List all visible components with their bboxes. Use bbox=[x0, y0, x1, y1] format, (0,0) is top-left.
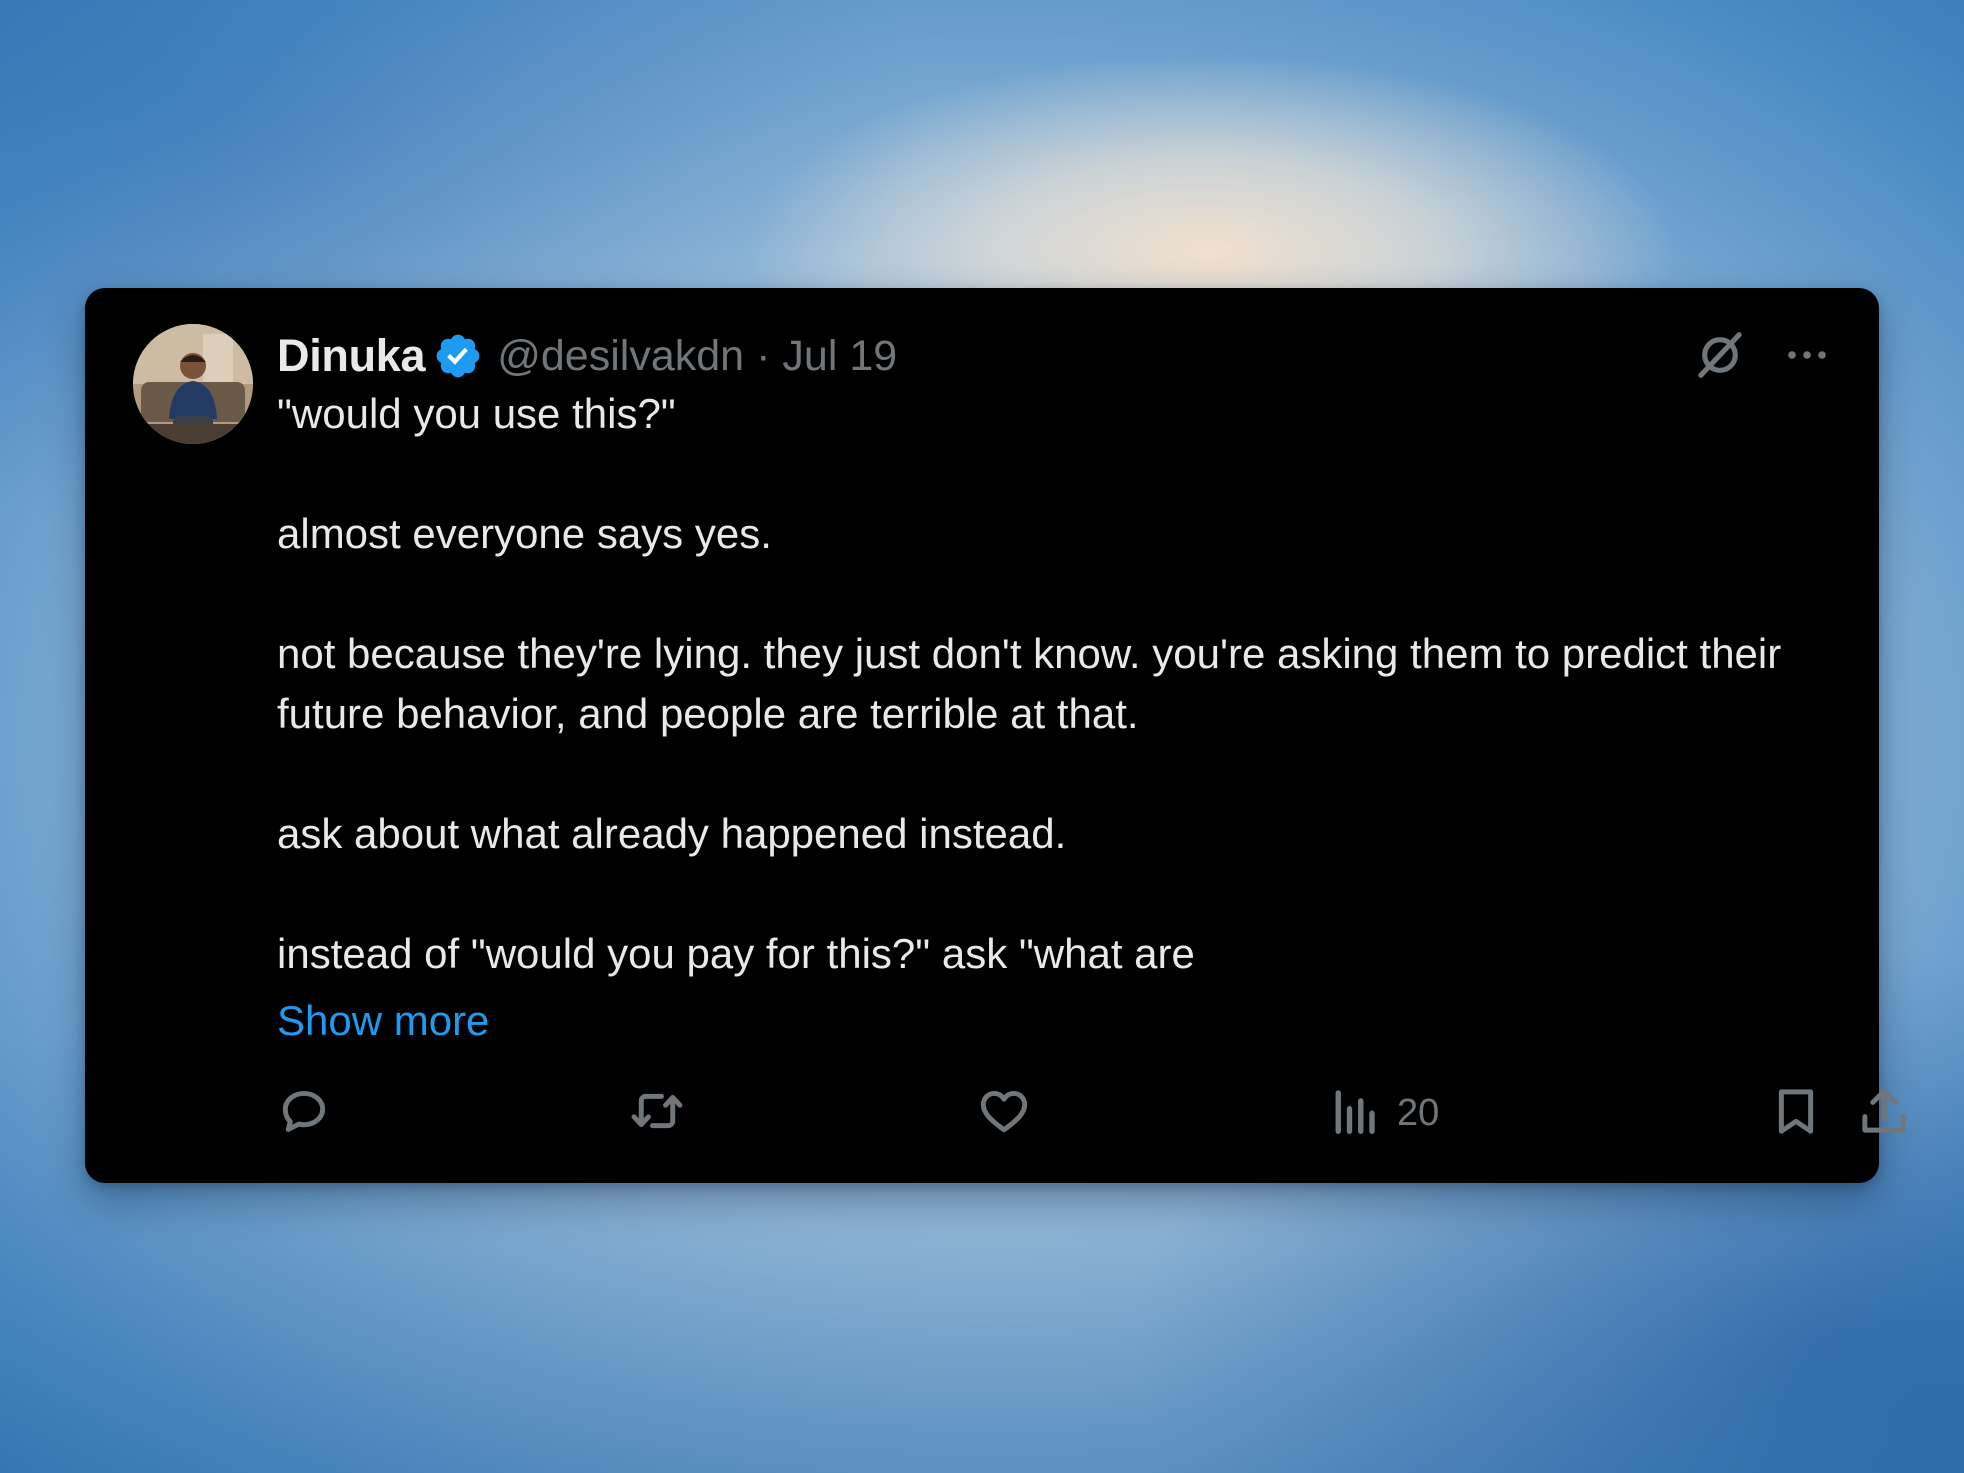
separator-dot: · bbox=[756, 331, 771, 380]
tweet-date[interactable]: Jul 19 bbox=[782, 332, 897, 381]
tweet-text: "would you use this?" almost everyone sa… bbox=[277, 384, 1817, 984]
reply-button[interactable] bbox=[277, 1083, 331, 1143]
like-button[interactable] bbox=[977, 1083, 1031, 1143]
tweet-header: Dinuka @desilvakdn · Jul 19 bbox=[277, 326, 897, 386]
tweet-line: not because they're lying. they just don… bbox=[277, 630, 1782, 737]
views-button[interactable]: 20 bbox=[1327, 1083, 1439, 1143]
grok-icon[interactable] bbox=[1693, 328, 1747, 382]
more-dots-icon[interactable] bbox=[1783, 331, 1831, 379]
share-icon bbox=[1857, 1084, 1911, 1143]
retweet-icon bbox=[627, 1084, 687, 1143]
tweet-card[interactable]: Dinuka @desilvakdn · Jul 19 "would you u… bbox=[85, 288, 1906, 1183]
tweet-line: ask about what already happened instead. bbox=[277, 810, 1067, 857]
reply-icon bbox=[277, 1084, 331, 1143]
display-name[interactable]: Dinuka bbox=[277, 330, 426, 382]
handle[interactable]: @desilvakdn bbox=[497, 332, 744, 381]
views-count: 20 bbox=[1397, 1091, 1440, 1134]
bookmark-icon bbox=[1769, 1084, 1823, 1143]
tweet-line: almost everyone says yes. bbox=[277, 510, 772, 557]
views-icon bbox=[1327, 1084, 1381, 1143]
tweet-line: "would you use this?" bbox=[277, 390, 676, 437]
tweet-top-actions bbox=[1693, 328, 1831, 382]
tweet-line: instead of "would you pay for this?" ask… bbox=[277, 930, 1195, 977]
heart-icon bbox=[977, 1084, 1031, 1143]
bookmark-button[interactable] bbox=[1769, 1083, 1823, 1143]
retweet-button[interactable] bbox=[627, 1083, 687, 1143]
tweet-action-bar: 20 bbox=[277, 1083, 1906, 1143]
verified-badge-icon[interactable] bbox=[433, 331, 483, 381]
show-more-link[interactable]: Show more bbox=[277, 991, 489, 1051]
avatar[interactable] bbox=[133, 324, 253, 444]
share-button[interactable] bbox=[1857, 1083, 1911, 1143]
